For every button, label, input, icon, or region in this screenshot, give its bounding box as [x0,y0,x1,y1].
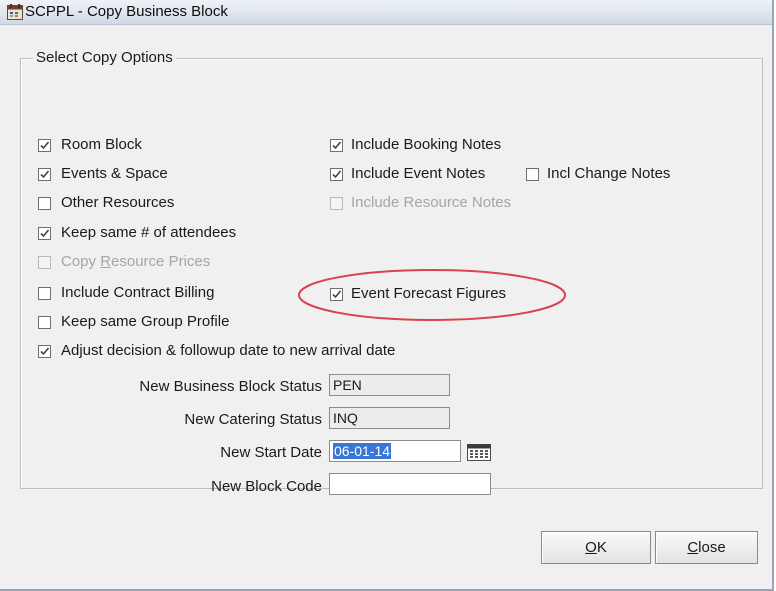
include-resource-notes-checkbox[interactable] [330,197,343,210]
include-booking-notes-label: Include Booking Notes [351,136,502,153]
include-event-notes-checkbox[interactable] [330,168,343,181]
ok-label-rest: K [596,539,607,556]
include-contract-billing-checkbox[interactable] [38,287,51,300]
checkmark-icon [40,229,50,238]
checkmark-icon [40,347,50,356]
close-label-rest: lose [698,539,726,556]
close-button[interactable]: Close [655,531,758,564]
keep-attendees-label: Keep same # of attendees [61,224,237,241]
include-contract-billing-label: Include Contract Billing [61,284,215,301]
events-space-label: Events & Space [61,165,168,182]
start-date-label: New Start Date [220,444,322,461]
copy-resource-prices-label: Copy Resource Prices [61,253,210,270]
incl-change-notes-label: Incl Change Notes [547,165,671,182]
include-event-notes-label: Include Event Notes [351,165,486,182]
title-bar: SCPPL - Copy Business Block [0,0,772,25]
ok-mnemonic: O [585,539,597,556]
room-block-label: Room Block [61,136,142,153]
include-booking-notes-checkbox[interactable] [330,139,343,152]
business-block-status-label: New Business Block Status [139,378,322,395]
events-space-checkbox[interactable] [38,168,51,181]
close-mnemonic: C [687,539,699,556]
label-prefix: Copy [61,253,101,270]
checkmark-icon [40,170,50,179]
checkmark-icon [332,141,342,150]
keep-group-profile-checkbox[interactable] [38,316,51,329]
adjust-decision-checkbox[interactable] [38,345,51,358]
label-suffix: esource Prices [111,253,211,270]
calendar-app-icon [7,4,23,20]
include-resource-notes-label: Include Resource Notes [351,194,512,211]
keep-group-profile-label: Keep same Group Profile [61,313,230,330]
groupbox-legend: Select Copy Options [33,49,176,66]
highlight-ellipse [298,269,566,321]
start-date-value: 06-01-14 [333,443,392,459]
keep-attendees-checkbox[interactable] [38,227,51,240]
label-mnemonic: R [100,253,112,270]
other-resources-checkbox[interactable] [38,197,51,210]
catering-status-label: New Catering Status [184,411,322,428]
incl-change-notes-checkbox[interactable] [526,168,539,181]
block-code-field[interactable] [329,473,491,495]
catering-status-field[interactable]: INQ [329,407,450,429]
checkmark-icon [40,141,50,150]
room-block-checkbox[interactable] [38,139,51,152]
calendar-icon[interactable] [466,442,492,463]
other-resources-label: Other Resources [61,194,175,211]
checkmark-icon [332,170,342,179]
adjust-decision-label: Adjust decision & followup date to new a… [61,342,396,359]
ok-button[interactable]: OK [541,531,651,564]
business-block-status-field[interactable]: PEN [329,374,450,396]
copy-resource-prices-checkbox[interactable] [38,256,51,269]
start-date-field[interactable]: 06-01-14 [329,440,461,462]
block-code-label: New Block Code [211,478,322,495]
copy-business-block-dialog: SCPPL - Copy Business Block Select Copy … [0,0,774,591]
window-title: SCPPL - Copy Business Block [25,3,228,20]
